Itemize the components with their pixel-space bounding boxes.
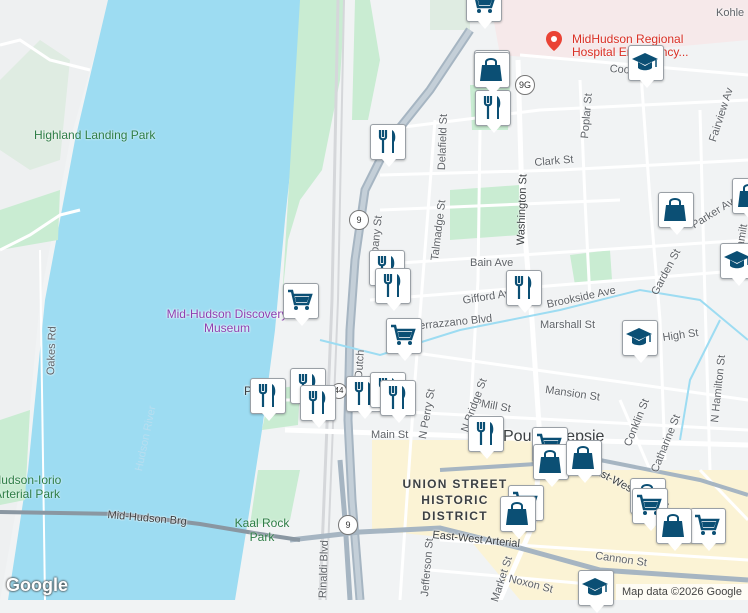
shop-marker-4[interactable]: [658, 192, 694, 235]
shop-marker-3[interactable]: [732, 178, 748, 221]
grocery-marker-3[interactable]: [386, 318, 422, 361]
discovery-museum-label[interactable]: Mid-Hudson Discovery Museum: [162, 307, 292, 335]
union-street-district-label: UNION STREET HISTORIC DISTRICT: [402, 477, 508, 523]
marshall-st-label: Marshall St: [540, 319, 596, 331]
route-9-south-shield: 9: [338, 515, 358, 535]
shop-marker-8[interactable]: [500, 496, 536, 539]
restaurant-marker-2[interactable]: [475, 90, 511, 133]
grocery-marker-1[interactable]: [466, 0, 502, 29]
shop-marker-5[interactable]: [533, 444, 569, 487]
oakes-rd-label: Oakes Rd: [45, 326, 59, 376]
grocery-marker-7[interactable]: [690, 508, 726, 551]
restaurant-marker-4[interactable]: [375, 268, 411, 311]
highland-landing-park-label: Highland Landing Park: [34, 128, 156, 142]
kohler-label: Kohle: [716, 7, 745, 19]
grocery-marker-2[interactable]: [283, 283, 319, 326]
kaal-rock-park-label: Kaal Rock Park: [234, 516, 290, 544]
school-marker-4[interactable]: [578, 570, 614, 613]
map-attribution[interactable]: Map data ©2026 Google: [615, 584, 748, 600]
restaurant-marker-5[interactable]: [506, 270, 542, 313]
shop-marker-9[interactable]: [656, 508, 692, 551]
restaurant-marker-12[interactable]: [468, 416, 504, 459]
restaurant-marker-6[interactable]: [250, 378, 286, 421]
dutchess-ave-label: Dutch: [353, 349, 367, 379]
bain-ave-label: Bain Ave: [470, 257, 514, 269]
restaurant-marker-11[interactable]: [380, 380, 416, 423]
shop-marker-6[interactable]: [566, 440, 602, 483]
hospital-pin-icon[interactable]: [545, 30, 563, 52]
main-st-label: Main St: [371, 429, 409, 441]
route-9g-shield: 9G: [515, 75, 535, 95]
school-marker-2[interactable]: [720, 243, 748, 286]
google-logo: Google: [6, 575, 68, 595]
restaurant-marker-8[interactable]: [300, 385, 336, 428]
route-9-shield: 9: [349, 210, 369, 230]
iorio-park-label: Hudson-Iorio Arterial Park: [0, 473, 62, 501]
school-marker-3[interactable]: [622, 320, 658, 363]
shop-marker-2[interactable]: [474, 52, 510, 95]
restaurant-marker-1[interactable]: [370, 124, 406, 167]
school-marker-1[interactable]: [628, 45, 664, 88]
rinaldi-blvd-label: Rinaldi Blvd: [317, 539, 332, 599]
delafield-st-label: Delafield St: [436, 113, 450, 171]
